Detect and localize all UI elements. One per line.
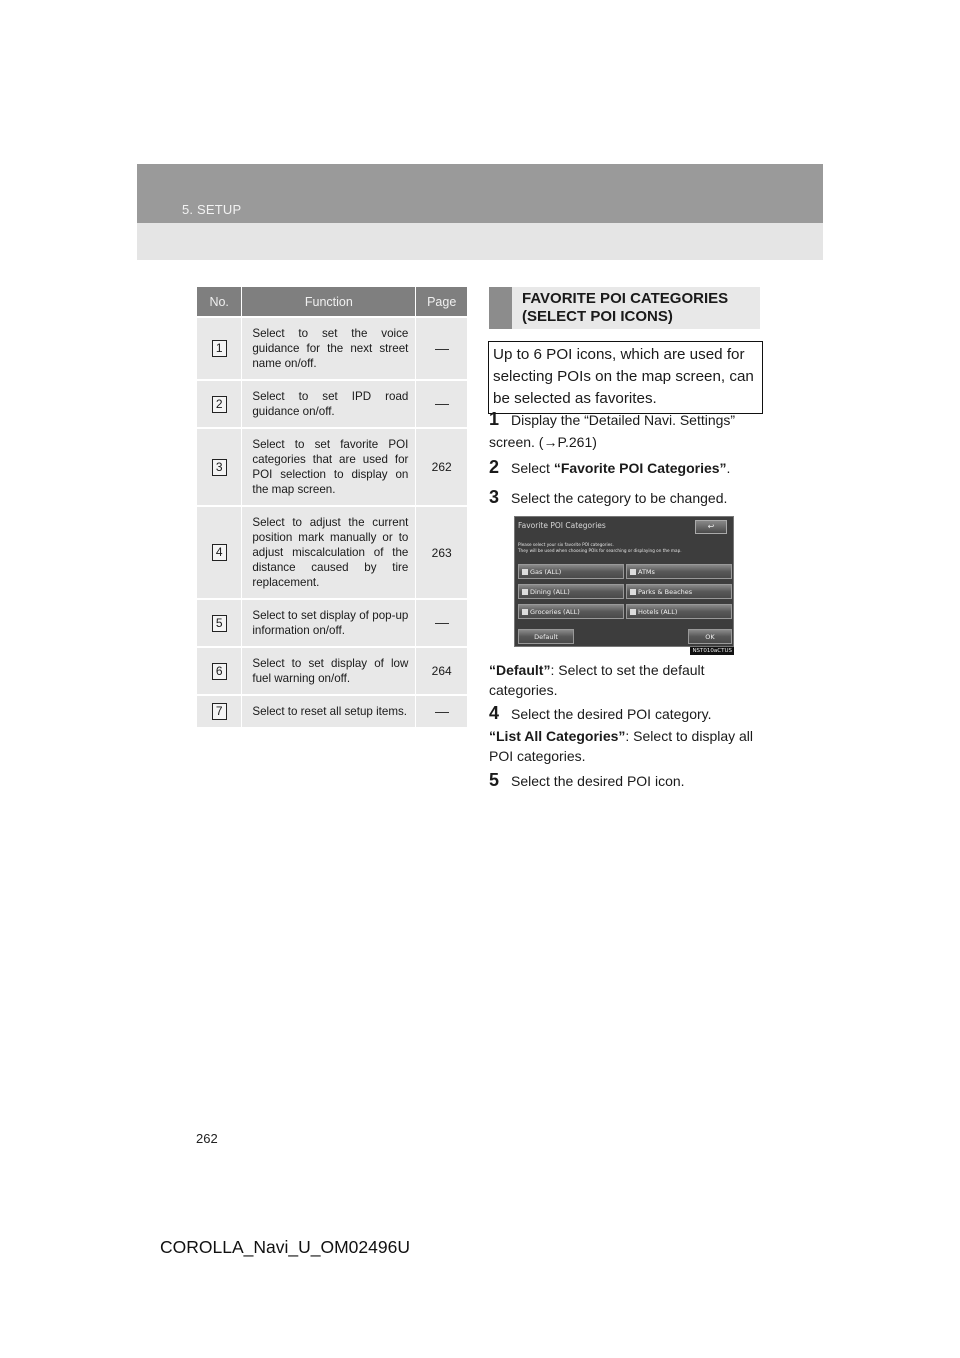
grocery-icon xyxy=(522,609,528,615)
col-function: Function xyxy=(241,287,417,317)
page-number: 262 xyxy=(196,1131,218,1146)
page-cell xyxy=(415,598,467,647)
page-cell: 264 xyxy=(415,646,467,695)
page-cell xyxy=(415,316,467,380)
step-number: 4 xyxy=(489,703,500,723)
section-title: 5. SETUP xyxy=(182,202,242,217)
number-box: 2 xyxy=(211,395,227,413)
park-icon xyxy=(630,589,636,595)
row-number-cell: 6 xyxy=(197,646,243,695)
step-1: 1 Display the “Detailed Navi. Settings” s… xyxy=(489,408,764,453)
row-number-cell: 1 xyxy=(197,316,243,380)
number-box: 7 xyxy=(211,703,227,720)
ok-button[interactable]: OK xyxy=(688,629,732,644)
step-number: 1 xyxy=(489,409,500,429)
page-cell: 263 xyxy=(415,505,467,599)
page-cell: 262 xyxy=(415,427,467,506)
default-button[interactable]: Default xyxy=(518,629,574,644)
back-button[interactable]: ↩ xyxy=(695,520,727,534)
step-text: Select the desired POI icon. xyxy=(511,773,685,789)
document-footer: COROLLA_Navi_U_OM02496U xyxy=(160,1237,410,1257)
row-number-cell: 2 xyxy=(197,379,243,428)
header-subbar xyxy=(137,223,823,260)
number-box: 5 xyxy=(211,614,227,632)
col-no: No. xyxy=(197,287,243,317)
category-button-gas[interactable]: Gas (ALL) xyxy=(518,564,624,579)
function-cell: Select to set favorite POI categories th… xyxy=(241,427,417,506)
step-4: 4 Select the desired POI category. xyxy=(489,702,764,725)
dining-icon xyxy=(522,589,528,595)
screen-message-2: They will be used when choosing POIs for… xyxy=(518,548,682,553)
table-row: 7 Select to reset all setup items. xyxy=(197,694,467,727)
number-box: 3 xyxy=(211,458,227,476)
step-2: 2 Select “Favorite POI Categories”. xyxy=(489,457,731,477)
dash-mark xyxy=(434,404,449,406)
section-heading: FAVORITE POI CATEGORIES (SELECT POI ICON… xyxy=(489,287,760,329)
function-cell: Select to set display of pop-up informat… xyxy=(241,598,417,647)
category-button-groceries[interactable]: Groceries (ALL) xyxy=(518,604,624,619)
category-button-parks[interactable]: Parks & Beaches xyxy=(626,584,732,599)
number-box: 6 xyxy=(211,662,227,680)
heading-line1: FAVORITE POI CATEGORIES xyxy=(522,290,729,307)
number-box: 1 xyxy=(211,340,227,357)
table-row: 1 Select to set the voice guidance for th… xyxy=(197,316,467,380)
row-number-cell: 7 xyxy=(197,694,243,727)
step-bold: “Favorite POI Categories” xyxy=(553,460,727,476)
step-number: 3 xyxy=(489,487,500,507)
step-3: 3 Select the category to be changed. xyxy=(489,486,764,509)
gas-icon xyxy=(522,569,528,575)
heading-line2: (SELECT POI ICONS) xyxy=(522,308,673,325)
function-cell: Select to reset all setup items. xyxy=(241,694,417,727)
page-ref: 264 xyxy=(431,664,452,678)
table-row: 6 Select to set display of low fuel warni… xyxy=(197,646,467,695)
function-table: No. Function Page 1 Select to set the voi… xyxy=(197,287,467,727)
table-row: 3 Select to set favorite POI categories t… xyxy=(197,427,467,506)
page-ref: 262 xyxy=(431,460,452,474)
step-text: Display the “Detailed Navi. Settings” sc… xyxy=(489,412,736,450)
step-number: 2 xyxy=(489,457,500,477)
page-ref: 263 xyxy=(431,545,452,560)
row-number-cell: 3 xyxy=(197,427,243,506)
function-cell: Select to set display of low fuel warnin… xyxy=(241,646,417,695)
function-cell: Select to set IPD road guidance on/off. xyxy=(241,379,417,428)
category-button-hotels[interactable]: Hotels (ALL) xyxy=(626,604,732,619)
step-text: Select the desired POI category. xyxy=(511,706,712,722)
note-list-all: “List All Categories”: Select to display… xyxy=(489,728,754,764)
function-cell: Select to adjust the current position ma… xyxy=(241,505,417,599)
table-row: 4 Select to adjust the current position m… xyxy=(197,505,467,599)
screen-title: Favorite POI Categories xyxy=(518,521,606,530)
image-code: NST010aCTUS xyxy=(690,647,734,655)
table-row: 2 Select to set IPD road guidance on/off. xyxy=(197,379,467,428)
intro-box: Up to 6 POI icons, which are used for se… xyxy=(488,341,763,414)
step-5: 5 Select the desired POI icon. xyxy=(489,769,764,792)
dollar-icon xyxy=(630,569,636,575)
number-box: 4 xyxy=(211,544,227,561)
note-default: “Default”: Select to set the default cat… xyxy=(489,662,705,698)
table-row: 5 Select to set display of pop-up informa… xyxy=(197,598,467,647)
category-button-dining[interactable]: Dining (ALL) xyxy=(518,584,624,599)
function-cell: Select to set the voice guidance for the… xyxy=(241,316,417,380)
step-text: Select the category to be changed. xyxy=(511,490,728,506)
dash-mark xyxy=(434,711,449,713)
category-button-atms[interactable]: ATMs xyxy=(626,564,732,579)
dash-mark xyxy=(434,623,449,625)
row-number-cell: 5 xyxy=(197,598,243,647)
heading-accent-bar xyxy=(489,287,512,329)
poi-categories-screenshot: Favorite POI Categories ↩ Please select … xyxy=(514,516,734,655)
back-arrow-icon: ↩ xyxy=(707,522,715,531)
page-cell xyxy=(415,379,467,428)
col-page: Page xyxy=(415,287,467,317)
dash-mark xyxy=(434,348,449,350)
step-number: 5 xyxy=(489,770,500,790)
page-cell xyxy=(415,694,467,727)
hotel-icon xyxy=(630,609,636,615)
table-header-row: No. Function Page xyxy=(197,287,467,317)
row-number-cell: 4 xyxy=(197,505,243,599)
